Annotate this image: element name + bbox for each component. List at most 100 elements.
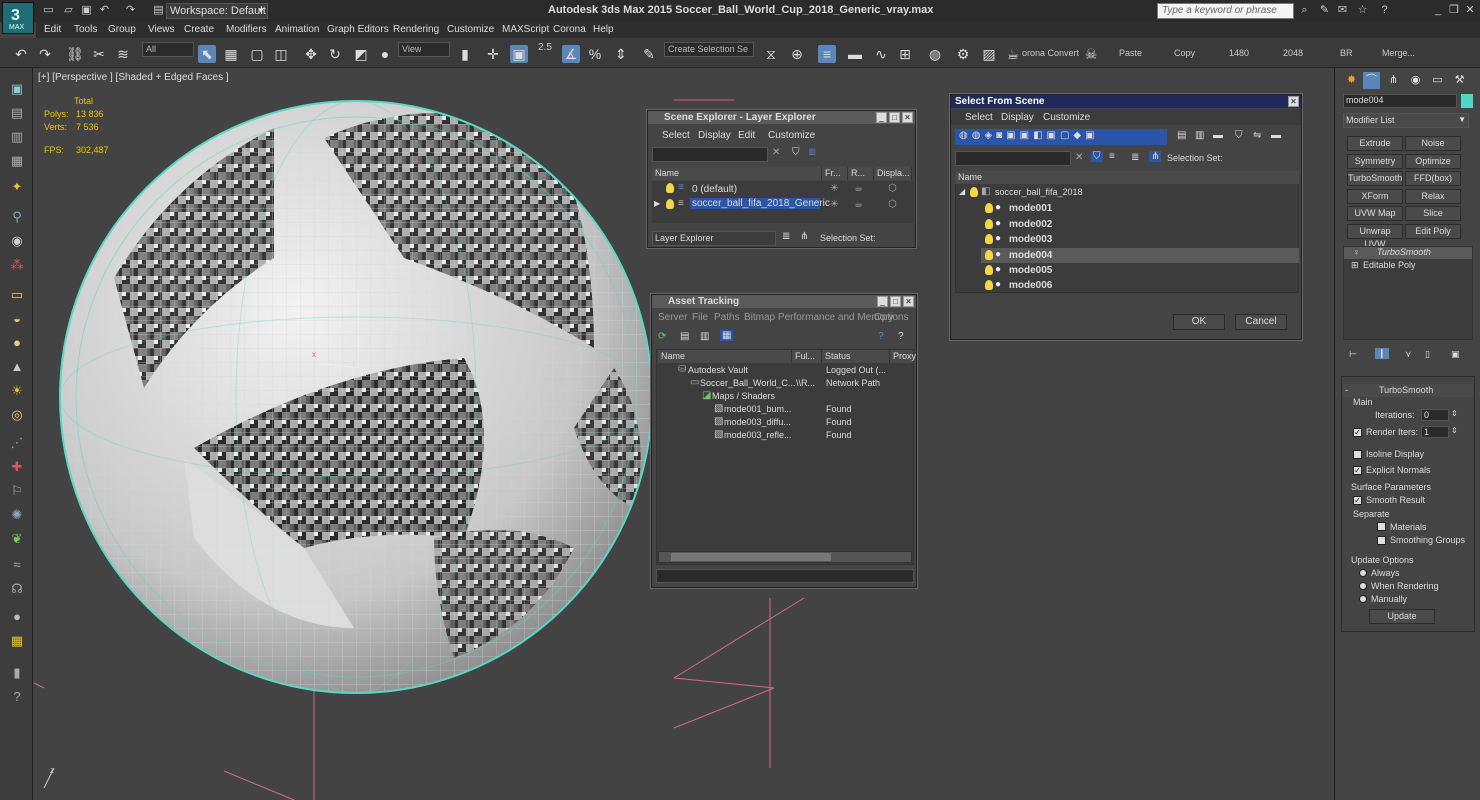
bones-icon[interactable]: ✺ [8,506,26,524]
lightbulb-icon[interactable] [970,187,978,197]
foliage-icon[interactable]: ❦ [8,530,26,548]
expand-plus-icon[interactable]: ⊞ [1351,260,1359,271]
toggle-ribbon-icon[interactable]: ▬ [846,45,864,63]
at-menu-paths[interactable]: Paths [714,312,740,323]
filter-icon[interactable]: ⛉ [1091,151,1103,162]
asset-row-name[interactable]: mode003_diffu... [724,417,791,427]
save-file-icon[interactable]: ▣ [80,4,93,16]
close-icon[interactable]: ✕ [902,112,913,123]
se-search-field[interactable] [652,147,768,162]
hierarchy-icon[interactable]: ⋔ [1149,151,1162,162]
at-col-full[interactable]: Ful... [792,350,822,363]
vault-help-icon[interactable]: ? [898,331,904,342]
se-menu-select[interactable]: Select [662,130,690,141]
object-color-swatch[interactable] [1461,94,1473,108]
sfs-search-field[interactable] [955,151,1071,166]
display-icon[interactable]: ▮ [8,664,26,682]
object-item[interactable]: mode002 [1009,219,1052,230]
asset-row-name[interactable]: mode001_bum... [724,404,792,414]
render-teapot-icon[interactable]: ☕ [854,183,863,194]
named-selection-sets-dropdown[interactable]: Create Selection Se [664,42,754,57]
reference-coordinate-dropdown[interactable]: View [398,42,450,57]
filter-icon[interactable]: ⛉ [792,147,800,158]
menu-animation[interactable]: Animation [275,24,319,35]
object-item-selected[interactable]: mode004 [1009,250,1052,261]
keyboard-shortcut-override-icon[interactable]: ▣ [510,45,528,63]
clear-search-icon[interactable]: ✕ [1075,152,1083,163]
rectangular-selection-icon[interactable]: ▢ [248,45,266,63]
render-iters-spinner[interactable]: 1 [1421,426,1449,438]
optimize-button[interactable]: Optimize [1405,154,1461,169]
camera-icon[interactable]: ◉ [8,232,26,250]
uvw-map-button[interactable]: UVW Map [1347,206,1403,221]
invert-display-icon[interactable]: ▬ [1213,130,1223,141]
show-end-result-icon[interactable]: ❙ [1375,348,1389,359]
render-teapot-icon[interactable]: ☕ [854,199,863,210]
wrench-icon[interactable]: ✚ [8,458,26,476]
make-unique-icon[interactable]: ⋎ [1405,349,1412,360]
menu-views[interactable]: Views [148,24,175,35]
explorer-type-dropdown[interactable]: Layer Explorer [652,231,776,246]
size-2048-button[interactable]: 2048 [1283,48,1303,58]
display-tab-icon[interactable]: ▭ [1429,72,1446,89]
turbosmooth-button[interactable]: TurboSmooth [1347,171,1403,186]
favorites-icon[interactable]: ☆ [1356,4,1369,16]
material-editor-icon[interactable]: ◍ [926,45,944,63]
menu-tools[interactable]: Tools [74,24,97,35]
menu-group[interactable]: Group [108,24,136,35]
sfs-menu-customize[interactable]: Customize [1043,112,1090,123]
menu-help[interactable]: Help [593,24,614,35]
close-icon[interactable]: ✕ [903,296,914,307]
mesh-icon[interactable]: ⋰ [8,434,26,452]
asset-row-name[interactable]: Autodesk Vault [688,365,748,375]
new-file-icon[interactable]: ▭ [42,4,55,16]
merge-button[interactable]: Merge... [1382,48,1415,58]
modifier-list-dropdown[interactable]: Modifier List ▼ [1343,113,1469,128]
hierarchy-icon[interactable]: ⚐ [8,482,26,500]
motion-tab-icon[interactable]: ◉ [1407,72,1424,89]
scrollbar-thumb[interactable] [671,553,831,561]
root-node[interactable]: soccer_ball_fifa_2018 [995,187,1083,197]
paste-button[interactable]: Paste [1119,48,1142,58]
select-manipulate-icon[interactable]: ✛ [484,45,502,63]
render-iters-checkbox[interactable]: ✓ [1353,428,1362,437]
unwrap-uvw-button[interactable]: Unwrap UVW [1347,224,1403,249]
at-col-status[interactable]: Status [822,350,890,363]
object-name-field[interactable]: mode004 [1343,94,1457,108]
always-radio[interactable] [1359,569,1367,577]
menu-customize[interactable]: Customize [447,24,494,35]
create-tab-icon[interactable]: ✸ [1343,72,1360,89]
rollout-collapse-icon[interactable]: - [1345,385,1348,395]
stack-item-turbosmooth[interactable]: TurboSmooth [1377,247,1431,257]
rotate-icon[interactable]: ↻ [326,45,344,63]
table-view-icon[interactable]: ▦ [720,330,734,341]
scene-explorer-title[interactable]: Scene Explorer - Layer Explorer [648,111,915,124]
display-all-icon[interactable]: ▤ [1177,130,1186,141]
layers-stack-icon[interactable]: ≣ [782,231,790,242]
menu-rendering[interactable]: Rendering [393,24,439,35]
object-item[interactable]: mode006 [1009,280,1052,291]
minimize-icon[interactable]: _ [876,112,887,123]
material-grid-icon[interactable]: ▦ [8,632,26,650]
layers-stack-icon[interactable]: ≣ [1131,152,1139,163]
relax-button[interactable]: Relax [1405,189,1461,204]
freeze-icon[interactable]: ✳ [830,183,838,194]
hierarchy-icon[interactable]: ⋔ [800,231,808,242]
corona-convert-label[interactable]: orona Convert [1022,48,1079,58]
horizontal-scrollbar[interactable] [658,551,912,563]
slice-button[interactable]: Slice [1405,206,1461,221]
lightbulb-icon[interactable] [985,250,993,260]
iterations-spinner[interactable]: 0 [1421,409,1449,421]
lightbulb-icon[interactable] [985,234,993,244]
lightbulb-icon[interactable] [985,203,993,213]
sfs-menu-display[interactable]: Display [1001,112,1034,123]
manually-radio[interactable] [1359,595,1367,603]
create-box-icon[interactable]: ▣ [8,80,26,98]
at-menu-server[interactable]: Server [658,312,687,323]
redo-icon[interactable]: ↷ [36,45,54,63]
display-none-icon[interactable]: ▥ [1195,130,1204,141]
freeze-icon[interactable]: ✳ [830,199,838,210]
torus-icon[interactable]: ◎ [8,406,26,424]
light-icon[interactable]: ✦ [8,178,26,196]
ffd-box-button[interactable]: FFD(box) [1405,171,1461,186]
